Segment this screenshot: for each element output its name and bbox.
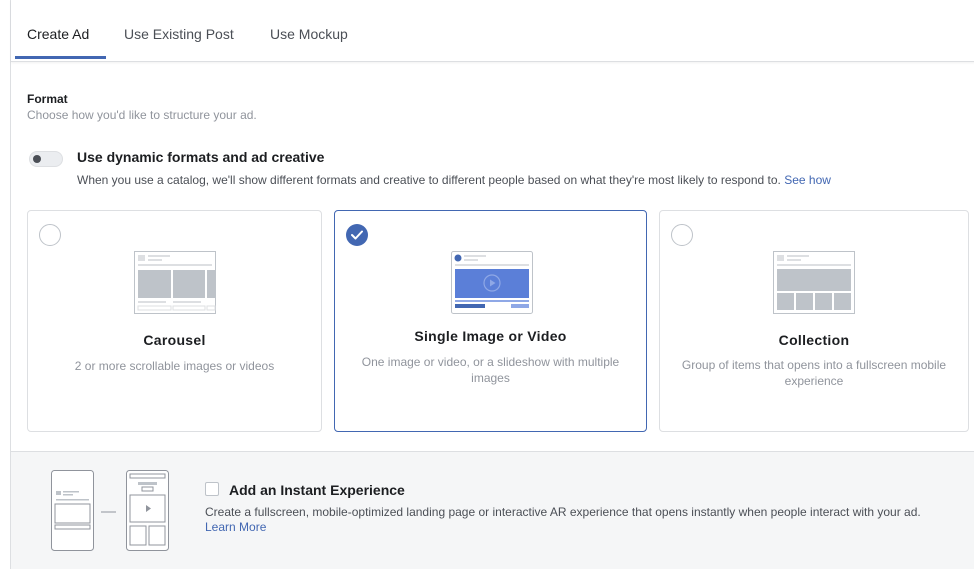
tab-create-ad[interactable]: Create Ad bbox=[27, 26, 89, 42]
tab-bar: Create Ad Use Existing Post Use Mockup bbox=[11, 0, 974, 62]
single-image-video-title: Single Image or Video bbox=[414, 328, 567, 344]
tab-use-existing-post[interactable]: Use Existing Post bbox=[124, 26, 234, 42]
instant-experience-checkbox[interactable] bbox=[205, 482, 219, 496]
instant-experience-description: Create a fullscreen, mobile-optimized la… bbox=[205, 505, 921, 519]
active-tab-indicator bbox=[15, 56, 106, 59]
format-card-collection[interactable]: Collection Group of items that opens int… bbox=[659, 210, 969, 432]
dynamic-formats-toggle[interactable] bbox=[29, 151, 63, 167]
checkmark-icon bbox=[351, 230, 363, 240]
see-how-link[interactable]: See how bbox=[784, 173, 831, 187]
collection-icon bbox=[773, 251, 855, 314]
dynamic-formats-description: When you use a catalog, we'll show diffe… bbox=[77, 173, 831, 187]
instant-experience-section: Add an Instant Experience Create a fulls… bbox=[11, 451, 974, 569]
carousel-description: 2 or more scrollable images or videos bbox=[74, 359, 275, 373]
carousel-title: Carousel bbox=[143, 332, 206, 348]
collection-radio[interactable] bbox=[671, 224, 693, 246]
toggle-knob bbox=[33, 155, 41, 163]
format-subtitle: Choose how you'd like to structure your … bbox=[27, 108, 257, 122]
format-card-carousel[interactable]: Carousel 2 or more scrollable images or … bbox=[27, 210, 322, 432]
carousel-radio[interactable] bbox=[39, 224, 61, 246]
format-card-single-image-video[interactable]: Single Image or Video One image or video… bbox=[334, 210, 647, 432]
format-title: Format bbox=[27, 92, 68, 106]
carousel-icon bbox=[134, 251, 216, 314]
single-image-video-icon bbox=[451, 251, 533, 314]
collection-title: Collection bbox=[778, 332, 850, 348]
instant-experience-title: Add an Instant Experience bbox=[229, 482, 405, 498]
single-image-video-description: One image or video, or a slideshow with … bbox=[361, 355, 620, 385]
ad-creative-panel: Create Ad Use Existing Post Use Mockup F… bbox=[10, 0, 974, 569]
tab-use-mockup[interactable]: Use Mockup bbox=[270, 26, 348, 42]
dynamic-formats-description-text: When you use a catalog, we'll show diffe… bbox=[77, 173, 781, 187]
collection-description: Group of items that opens into a fullscr… bbox=[681, 358, 947, 388]
learn-more-link[interactable]: Learn More bbox=[205, 520, 266, 534]
instant-experience-icon bbox=[51, 470, 169, 551]
single-image-video-radio[interactable] bbox=[346, 224, 368, 246]
dynamic-formats-title: Use dynamic formats and ad creative bbox=[77, 149, 325, 165]
